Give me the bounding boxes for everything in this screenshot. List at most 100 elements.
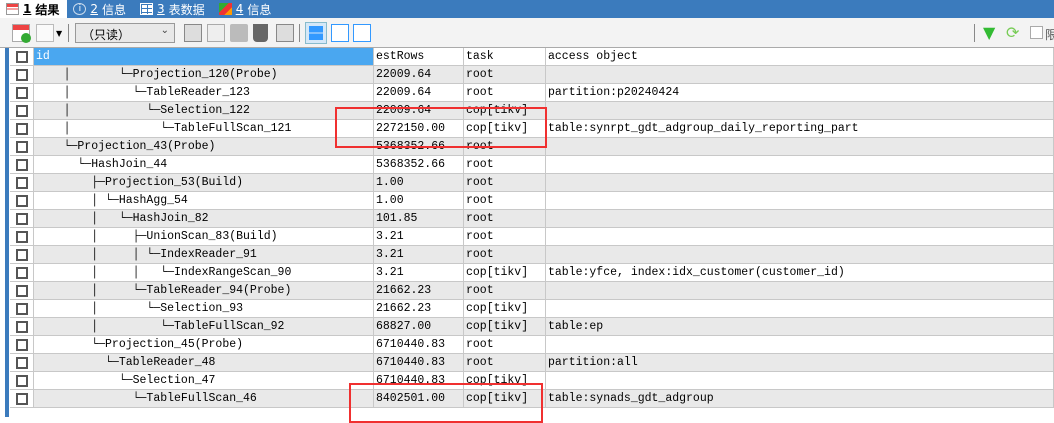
divider xyxy=(68,24,69,42)
cell-access-object xyxy=(546,156,1054,173)
cell-task: cop[tikv] xyxy=(464,264,546,281)
select-all-checkbox[interactable] xyxy=(10,48,34,65)
table-row[interactable]: │ └─TableFullScan_92 68827.00 cop[tikv] … xyxy=(10,318,1054,336)
table-row[interactable]: └─TableFullScan_46 8402501.00 cop[tikv] … xyxy=(10,390,1054,408)
cell-task: root xyxy=(464,246,546,263)
table-row[interactable]: │ ├─UnionScan_83(Build) 3.21 root xyxy=(10,228,1054,246)
add-row-icon[interactable] xyxy=(12,24,31,43)
tab-num: 3 xyxy=(157,2,165,16)
table-row[interactable]: │ └─HashJoin_82 101.85 root xyxy=(10,210,1054,228)
readonly-value: （只读） xyxy=(82,28,131,42)
cell-id: │ ├─UnionScan_83(Build) xyxy=(34,228,374,245)
cell-id: └─Projection_43(Probe) xyxy=(34,138,374,155)
table-row[interactable]: └─HashJoin_44 5368352.66 root xyxy=(10,156,1054,174)
cell-estrows: 22009.64 xyxy=(374,84,464,101)
row-checkbox[interactable] xyxy=(10,264,34,281)
cell-estrows: 22009.64 xyxy=(374,66,464,83)
row-checkbox[interactable] xyxy=(10,354,34,371)
cancel-icon[interactable] xyxy=(276,24,294,42)
row-checkbox[interactable] xyxy=(10,102,34,119)
grid-view-icon[interactable] xyxy=(305,22,327,44)
cell-estrows: 1.00 xyxy=(374,174,464,191)
delete-icon[interactable] xyxy=(253,24,268,42)
tab-result[interactable]: 1 结果 xyxy=(0,0,68,18)
cell-task: root xyxy=(464,210,546,227)
toolbar: ▼ （只读） ⌄ ▼ ⟳ 限 xyxy=(0,18,1054,48)
cell-estrows: 21662.23 xyxy=(374,300,464,317)
column-header-task[interactable]: task xyxy=(464,48,546,65)
table-row[interactable]: │ └─TableFullScan_121 2272150.00 cop[tik… xyxy=(10,120,1054,138)
tab-table-data[interactable]: 3 表数据 xyxy=(134,0,213,18)
table-row[interactable]: ├─Projection_53(Build) 1.00 root xyxy=(10,174,1054,192)
row-checkbox[interactable] xyxy=(10,336,34,353)
table-row[interactable]: │ └─Selection_122 22009.64 cop[tikv] xyxy=(10,102,1054,120)
cell-task: root xyxy=(464,354,546,371)
row-checkbox[interactable] xyxy=(10,192,34,209)
row-checkbox[interactable] xyxy=(10,318,34,335)
filter-icon[interactable]: ▼ xyxy=(983,24,1001,42)
row-checkbox[interactable] xyxy=(10,120,34,137)
row-checkbox[interactable] xyxy=(10,66,34,83)
row-checkbox[interactable] xyxy=(10,138,34,155)
cell-estrows: 22009.64 xyxy=(374,102,464,119)
form-view-icon[interactable] xyxy=(331,24,349,42)
chevron-down-icon: ⌄ xyxy=(160,25,169,36)
cell-estrows: 3.21 xyxy=(374,228,464,245)
table-row[interactable]: │ └─Projection_120(Probe) 22009.64 root xyxy=(10,66,1054,84)
row-checkbox[interactable] xyxy=(10,156,34,173)
row-checkbox[interactable] xyxy=(10,282,34,299)
table-row[interactable]: └─Projection_43(Probe) 5368352.66 root xyxy=(10,138,1054,156)
table-row[interactable]: └─Selection_47 6710440.83 cop[tikv] xyxy=(10,372,1054,390)
text-view-icon[interactable] xyxy=(353,24,371,42)
column-header-access-object[interactable]: access object xyxy=(546,48,1054,65)
row-checkbox[interactable] xyxy=(10,210,34,227)
refresh-icon[interactable]: ⟳ xyxy=(1006,24,1024,42)
row-checkbox[interactable] xyxy=(10,300,34,317)
readonly-select[interactable]: （只读） ⌄ xyxy=(75,23,175,43)
cell-estrows: 8402501.00 xyxy=(374,390,464,407)
cell-id: │ └─Selection_93 xyxy=(34,300,374,317)
column-header-id[interactable]: id xyxy=(34,48,374,65)
cell-access-object: table:synads_gdt_adgroup xyxy=(546,390,1054,407)
cell-id: ├─Projection_53(Build) xyxy=(34,174,374,191)
limit-checkbox[interactable] xyxy=(1030,26,1043,39)
insert-row-icon[interactable] xyxy=(184,24,202,42)
table-row[interactable]: │ │ └─IndexReader_91 3.21 root xyxy=(10,246,1054,264)
table-row[interactable]: │ └─Selection_93 21662.23 cop[tikv] xyxy=(10,300,1054,318)
tab-info[interactable]: i 2 信息 xyxy=(67,0,134,18)
table-row[interactable]: └─Projection_45(Probe) 6710440.83 root xyxy=(10,336,1054,354)
tab-info-2[interactable]: 4 信息 xyxy=(213,0,280,18)
row-checkbox[interactable] xyxy=(10,246,34,263)
table-row[interactable]: │ └─TableReader_94(Probe) 21662.23 root xyxy=(10,282,1054,300)
column-dropdown-icon[interactable] xyxy=(36,24,54,42)
cell-task: root xyxy=(464,84,546,101)
row-checkbox[interactable] xyxy=(10,390,34,407)
cell-estrows: 5368352.66 xyxy=(374,138,464,155)
save-icon[interactable] xyxy=(230,24,248,42)
cell-estrows: 6710440.83 xyxy=(374,354,464,371)
table-row[interactable]: └─TableReader_48 6710440.83 root partiti… xyxy=(10,354,1054,372)
tab-num: 1 xyxy=(23,2,32,16)
cell-access-object: table:synrpt_gdt_adgroup_daily_reporting… xyxy=(546,120,1054,137)
shapes-icon xyxy=(218,3,232,15)
cell-task: cop[tikv] xyxy=(464,390,546,407)
tab-num: 2 xyxy=(90,2,99,16)
tab-label: 信息 xyxy=(102,2,127,17)
row-checkbox[interactable] xyxy=(10,372,34,389)
divider xyxy=(974,24,975,42)
chevron-down-icon[interactable]: ▼ xyxy=(56,29,62,38)
row-checkbox[interactable] xyxy=(10,174,34,191)
column-header-estrows[interactable]: estRows xyxy=(374,48,464,65)
row-checkbox[interactable] xyxy=(10,84,34,101)
table-row[interactable]: │ └─TableReader_123 22009.64 root partit… xyxy=(10,84,1054,102)
table-row[interactable]: │ └─HashAgg_54 1.00 root xyxy=(10,192,1054,210)
cell-task: cop[tikv] xyxy=(464,300,546,317)
limit-label: 限 xyxy=(1045,28,1054,42)
cell-task: cop[tikv] xyxy=(464,120,546,137)
table-icon xyxy=(140,3,154,15)
cell-id: │ │ └─IndexRangeScan_90 xyxy=(34,264,374,281)
table-row[interactable]: │ │ └─IndexRangeScan_90 3.21 cop[tikv] t… xyxy=(10,264,1054,282)
cell-id: └─TableFullScan_46 xyxy=(34,390,374,407)
copy-icon[interactable] xyxy=(207,24,225,42)
row-checkbox[interactable] xyxy=(10,228,34,245)
